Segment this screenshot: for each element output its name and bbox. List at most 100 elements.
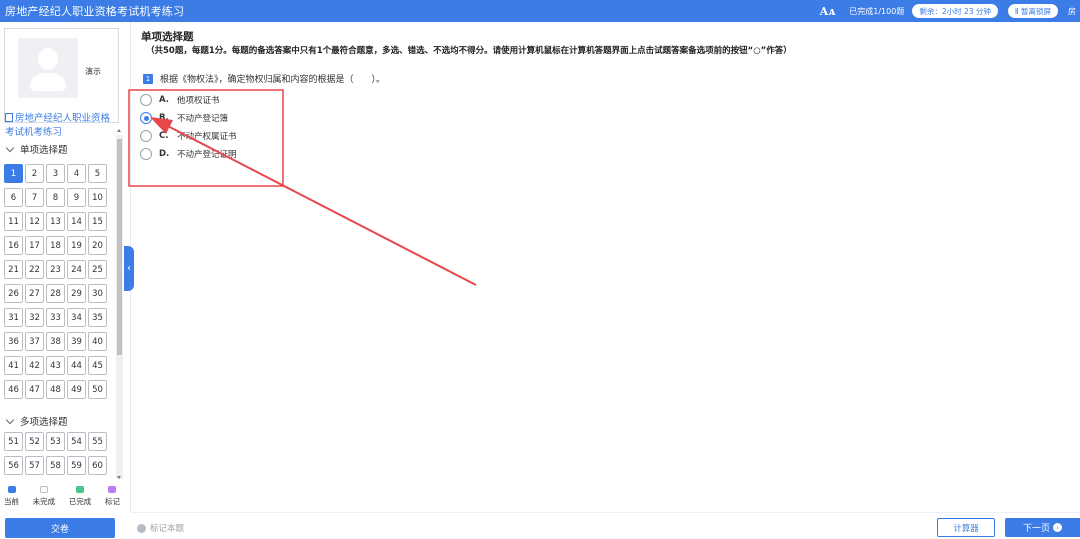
question-cell[interactable]: 18 [46,236,65,255]
question-cell[interactable]: 27 [25,284,44,303]
mark-question-button[interactable]: 标记本题 [137,522,184,534]
question-cell[interactable]: 44 [67,356,86,375]
question-cell[interactable]: 41 [4,356,23,375]
question-line: 1 根据《物权法》，确定物权归属和内容的根据是（ ）。 [143,72,385,85]
option-radio[interactable] [140,130,152,142]
question-cell[interactable]: 23 [46,260,65,279]
question-cell[interactable]: 60 [88,456,107,475]
question-cell[interactable]: 52 [25,432,44,451]
question-cell[interactable]: 34 [67,308,86,327]
question-cell[interactable]: 35 [88,308,107,327]
question-cell[interactable]: 53 [46,432,65,451]
option-radio[interactable] [140,148,152,160]
question-cell[interactable]: 14 [67,212,86,231]
multi-choice-section-header[interactable]: 多项选择题 [5,414,68,428]
bottom-bar: 标记本题 计算器 下一页 › [131,512,1080,539]
option-letter: D. [159,149,170,159]
next-page-button[interactable]: 下一页 › [1005,518,1080,537]
mark-question-label: 标记本题 [150,524,185,534]
question-cell[interactable]: 51 [4,432,23,451]
question-cell[interactable]: 11 [4,212,23,231]
question-cell[interactable]: 20 [88,236,107,255]
multi-choice-grid: 51 52 53 54 55 56 57 58 59 60 [4,432,107,475]
legend-item: 未完成 [33,486,55,507]
question-cell[interactable]: 36 [4,332,23,351]
question-cell[interactable]: 57 [25,456,44,475]
legend-swatch [7,486,16,493]
font-size-icon[interactable]: Aᴀ [820,5,836,18]
question-cell[interactable]: 16 [4,236,23,255]
question-cell[interactable]: 8 [46,188,65,207]
option-row[interactable]: A. 他项权证书 [140,94,220,106]
question-cell[interactable]: 39 [67,332,86,351]
scroll-down-icon[interactable] [117,476,121,479]
multi-choice-section-label: 多项选择题 [20,417,68,428]
single-choice-section-header[interactable]: 单项选择题 [5,142,68,156]
question-cell[interactable]: 19 [67,236,86,255]
option-letter: A. [159,95,169,105]
question-cell[interactable]: 48 [46,380,65,399]
submit-exam-button[interactable]: 交卷 [5,518,115,538]
question-cell[interactable]: 10 [88,188,107,207]
question-cell[interactable]: 4 [67,164,86,183]
scrollbar-thumb[interactable] [117,139,122,355]
question-cell[interactable]: 47 [25,380,44,399]
legend-swatch [76,486,85,493]
question-cell[interactable]: 22 [25,260,44,279]
question-cell[interactable]: 38 [46,332,65,351]
question-cell[interactable]: 12 [25,212,44,231]
question-cell[interactable]: 1 [4,164,23,183]
question-cell[interactable]: 32 [25,308,44,327]
question-cell[interactable]: 6 [4,188,23,207]
question-cell[interactable]: 28 [46,284,65,303]
option-text: 不动产登记证明 [177,150,237,160]
option-text: 他项权证书 [177,96,220,106]
question-cell[interactable]: 7 [25,188,44,207]
question-cell[interactable]: 56 [4,456,23,475]
question-cell[interactable]: 15 [88,212,107,231]
option-radio[interactable] [140,94,152,106]
question-cell[interactable]: 55 [88,432,107,451]
sidebar-scrollbar[interactable] [116,129,123,479]
avatar-head [38,48,58,70]
question-cell[interactable]: 17 [25,236,44,255]
question-cell[interactable]: 49 [67,380,86,399]
question-cell[interactable]: 31 [4,308,23,327]
question-cell[interactable]: 40 [88,332,107,351]
legend-label: 标记 [104,497,120,506]
question-cell[interactable]: 37 [25,332,44,351]
question-cell[interactable]: 46 [4,380,23,399]
calculator-button[interactable]: 计算器 [937,518,995,537]
question-cell[interactable]: 54 [67,432,86,451]
scroll-up-icon[interactable] [117,129,121,132]
legend-item: 已完成 [69,486,91,507]
question-cell[interactable]: 42 [25,356,44,375]
question-cell[interactable]: 21 [4,260,23,279]
question-cell[interactable]: 43 [46,356,65,375]
pause-lock-button[interactable]: Ⅱ 暂离锁屏 [1007,4,1058,18]
legend-item: 当前 [4,486,19,507]
option-row[interactable]: C. 不动产权属证书 [140,130,237,142]
question-cell[interactable]: 5 [88,164,107,183]
title-bar: 房地产经纪人职业资格考试机考练习 Aᴀ 已完成1/100题 剩余：2小时 23 … [0,0,1080,22]
question-cell[interactable]: 45 [88,356,107,375]
question-cell[interactable]: 33 [46,308,65,327]
question-cell[interactable]: 25 [88,260,107,279]
question-cell[interactable]: 50 [88,380,107,399]
question-cell[interactable]: 2 [25,164,44,183]
question-cell[interactable]: 58 [46,456,65,475]
option-radio[interactable] [140,112,152,124]
option-row[interactable]: D. 不动产登记证明 [140,148,237,160]
question-cell[interactable]: 9 [67,188,86,207]
question-cell[interactable]: 30 [88,284,107,303]
question-cell[interactable]: 29 [67,284,86,303]
question-cell[interactable]: 13 [46,212,65,231]
question-cell[interactable]: 24 [67,260,86,279]
app-title: 房地产经纪人职业资格考试机考练习 [5,5,185,18]
question-cell[interactable]: 59 [67,456,86,475]
question-cell[interactable]: 3 [46,164,65,183]
exam-link[interactable]: 房地产经纪人职业资格考试机考练习 [5,112,115,140]
option-row[interactable]: B. 不动产登记簿 [140,112,228,124]
timer-badge: 剩余：2小时 23 分钟 [912,4,998,18]
question-cell[interactable]: 26 [4,284,23,303]
